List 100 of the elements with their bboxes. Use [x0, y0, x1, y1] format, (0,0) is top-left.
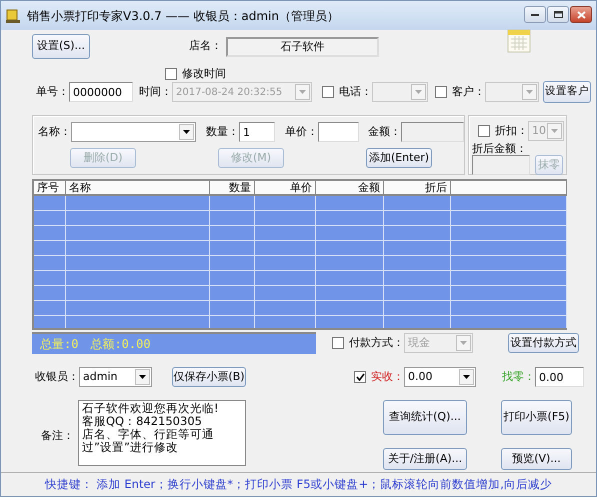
checkbox-label: 实收：: [371, 368, 404, 385]
table-cell: [210, 271, 255, 286]
caret-icon: [139, 375, 146, 379]
field-label: 时间：: [139, 84, 172, 100]
minimize-button[interactable]: [524, 6, 546, 23]
caret-icon: [183, 130, 190, 134]
quantity-field[interactable]: 1: [239, 122, 275, 142]
shop-name-field: 石子软件: [226, 36, 379, 56]
action-button[interactable]: 查询统计(Q)...: [383, 400, 467, 435]
caret-icon: [415, 90, 422, 94]
shortcut-hint: 快捷键： 添加 Enter；换行小键盘*；打印小票 F5或小键盘+；鼠标滚轮向前数值增加,向后减少: [1, 472, 596, 496]
caret-icon: [463, 375, 470, 379]
table-cell: [384, 241, 451, 256]
table-cell: [34, 196, 66, 211]
caret-icon: [551, 129, 558, 133]
field-label: 单价：: [285, 124, 318, 140]
field-label: 单号：: [36, 84, 69, 100]
table-cell: [384, 316, 451, 328]
total-amount: 总额:0.00: [90, 336, 151, 353]
table-cell: [384, 226, 451, 241]
action-button[interactable]: 添加(Enter): [366, 148, 432, 168]
table-cell: [255, 271, 316, 286]
checkbox[interactable]: [165, 68, 177, 80]
cashier-dropdown[interactable]: admin: [79, 367, 152, 387]
caret-icon: [460, 341, 467, 345]
table-cell: [34, 316, 66, 328]
column-header[interactable]: 金额: [316, 181, 384, 196]
calendar-icon: [507, 29, 531, 53]
table-cell: [34, 301, 66, 316]
table-cell: [384, 271, 451, 286]
column-header[interactable]: 折后: [384, 181, 451, 196]
table-cell: [316, 196, 384, 211]
table-cell: [255, 316, 316, 328]
total-quantity: 总量:0: [40, 336, 78, 353]
price-field[interactable]: [318, 122, 359, 142]
table-cell: [210, 286, 255, 301]
table-cell: [210, 316, 255, 328]
save-receipt-button[interactable]: 仅保存小票(B): [172, 367, 246, 387]
order-number-field[interactable]: 0000000: [69, 82, 133, 102]
field-label: 店名：: [189, 38, 222, 54]
table-cell: [34, 286, 66, 301]
app-icon: [5, 8, 21, 24]
received-dropdown[interactable]: 0.00: [404, 367, 476, 387]
table-cell: [316, 241, 384, 256]
field-label: 备注：: [41, 428, 74, 444]
change-field[interactable]: 0.00: [535, 367, 584, 387]
table-cell: [255, 196, 316, 211]
set-customer-button[interactable]: 设置客户: [543, 81, 591, 103]
table-cell: [34, 226, 66, 241]
checkbox-label: 修改时间: [182, 66, 226, 82]
action-button[interactable]: 关于/注册(A)...: [383, 448, 467, 470]
checkbox-label: 电话：: [339, 84, 372, 100]
table-cell: [210, 196, 255, 211]
table-cell: [316, 211, 384, 226]
column-header[interactable]: 名称: [66, 181, 210, 196]
table-cell: [210, 241, 255, 256]
field-label: 名称：: [38, 124, 71, 140]
field-label: 数量：: [206, 124, 239, 140]
settings-button[interactable]: 设置(S)...: [32, 34, 90, 59]
column-header[interactable]: 单价: [255, 181, 316, 196]
table-cell: [34, 211, 66, 226]
table-cell: [316, 286, 384, 301]
table-cell: [34, 271, 66, 286]
table-cell: [34, 241, 66, 256]
table-cell: [210, 226, 255, 241]
field-label: 找零：: [502, 368, 535, 385]
maximize-button[interactable]: [547, 6, 569, 23]
column-header[interactable]: 数量: [210, 181, 255, 196]
field-label: 收银员：: [35, 368, 79, 385]
field-label: 金额：: [368, 124, 401, 140]
checkbox-label: 客户：: [452, 84, 485, 100]
table-cell: [384, 256, 451, 271]
caret-icon: [526, 90, 533, 94]
close-button[interactable]: [570, 6, 592, 23]
table-cell: [316, 301, 384, 316]
checkbox[interactable]: [354, 371, 366, 383]
table-cell: [255, 286, 316, 301]
table-cell: [255, 256, 316, 271]
table-cell: [384, 196, 451, 211]
table-cell: [316, 256, 384, 271]
table-cell: [255, 241, 316, 256]
caret-icon: [299, 90, 306, 94]
maximize-icon: [554, 11, 562, 18]
table-cell: [316, 271, 384, 286]
table-cell: [316, 226, 384, 241]
notes-field[interactable]: 石子软件欢迎您再次光临! 客服QQ：842150305 店名、字体、行距等可通过”设置”进行修改: [78, 400, 246, 466]
table-cell: [255, 226, 316, 241]
checkbox-label: 付款方式：: [349, 334, 404, 351]
table-cell: [384, 211, 451, 226]
table-cell: [255, 211, 316, 226]
column-header[interactable]: 序号: [34, 181, 66, 196]
table-cell: [210, 211, 255, 226]
product-name-dropdown[interactable]: [71, 122, 196, 142]
table-cell: [384, 301, 451, 316]
minimize-icon: [531, 13, 539, 16]
table-cell: [384, 286, 451, 301]
action-button[interactable]: 预览(V)...: [501, 448, 572, 470]
close-icon: [576, 10, 586, 18]
action-button[interactable]: 打印小票(F5): [501, 400, 572, 435]
checkbox-label: 折扣：: [495, 122, 528, 139]
